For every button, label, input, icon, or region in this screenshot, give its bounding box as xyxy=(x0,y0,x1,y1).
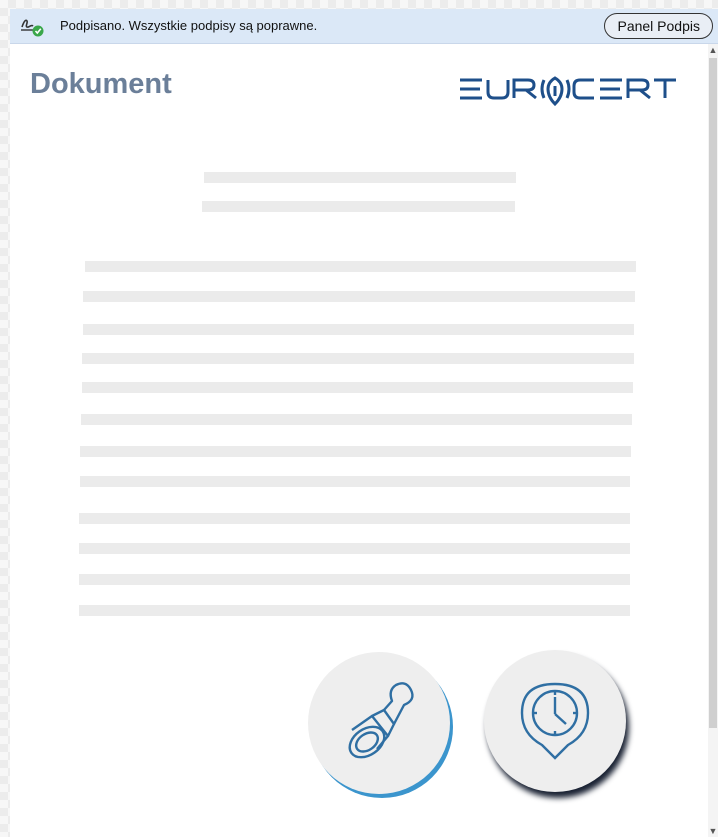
document-page: Dokument xyxy=(10,44,708,837)
timestamp-button[interactable] xyxy=(484,650,626,792)
placeholder-line xyxy=(79,513,630,524)
placeholder-line xyxy=(202,201,515,212)
signature-status-bar: Podpisano. Wszystkie podpisy są poprawne… xyxy=(10,9,718,44)
page-title: Dokument xyxy=(30,68,172,100)
placeholder-line xyxy=(85,261,636,272)
placeholder-line xyxy=(80,476,630,487)
vertical-scrollbar[interactable]: ▲ ▼ xyxy=(708,44,718,837)
scrollbar-thumb[interactable] xyxy=(709,58,717,728)
placeholder-line xyxy=(79,605,630,616)
placeholder-line xyxy=(204,172,516,183)
signature-status-text: Podpisano. Wszystkie podpisy są poprawne… xyxy=(60,18,318,33)
clock-pin-icon xyxy=(520,682,590,760)
placeholder-line xyxy=(79,574,630,585)
stamp-icon xyxy=(348,682,414,759)
signed-pen-icon xyxy=(20,15,44,37)
scroll-up-arrow-icon[interactable]: ▲ xyxy=(708,44,718,56)
placeholder-line xyxy=(79,543,630,554)
placeholder-line xyxy=(83,324,634,335)
stamp-button[interactable] xyxy=(308,652,450,794)
panel-podpis-button[interactable]: Panel Podpis xyxy=(604,13,713,39)
placeholder-line xyxy=(82,353,634,364)
placeholder-line xyxy=(83,291,635,302)
eurocert-logo xyxy=(458,68,678,118)
scroll-down-arrow-icon[interactable]: ▼ xyxy=(708,825,718,837)
placeholder-line xyxy=(82,382,633,393)
placeholder-line xyxy=(81,414,632,425)
placeholder-line xyxy=(80,446,631,457)
